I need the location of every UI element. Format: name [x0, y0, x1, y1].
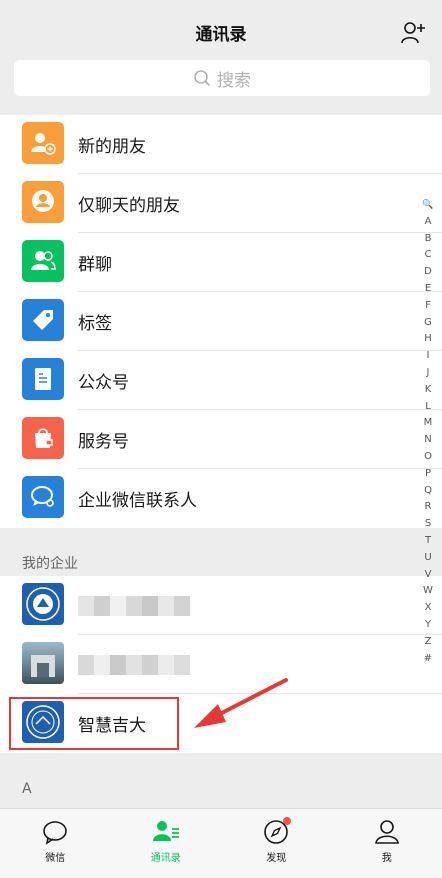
index-letter[interactable]: K — [420, 382, 436, 399]
section-title-enterprise: 我的企业 — [0, 528, 442, 578]
arrow-annotation-icon — [194, 678, 288, 728]
tab-label: 我 — [381, 853, 392, 864]
university-logo-icon — [22, 583, 64, 625]
tab-label: 发现 — [266, 853, 287, 864]
search-input[interactable]: 搜索 — [14, 60, 430, 96]
index-letter[interactable]: # — [420, 651, 436, 668]
index-letter[interactable]: Y — [420, 617, 436, 634]
blurred-name — [78, 655, 190, 675]
add-contact-icon[interactable] — [400, 20, 426, 46]
menu-item-group-chat[interactable]: 群聊 — [0, 233, 442, 292]
contacts-icon — [152, 821, 179, 841]
menu-item-wecom-contacts[interactable]: 企业微信联系人 — [0, 469, 442, 528]
notification-badge — [283, 817, 291, 825]
alphabet-index[interactable]: 🔍 A B C D E F G H I J K L M N O P Q R S T U V W X Y Z # — [420, 197, 436, 667]
index-letter[interactable]: C — [420, 247, 436, 264]
tab-me[interactable]: 我 — [332, 809, 442, 878]
person-icon — [374, 820, 399, 844]
index-letter[interactable]: A — [420, 214, 436, 231]
menu-label: 新的朋友 — [78, 137, 146, 157]
highlight-box — [9, 697, 179, 750]
tab-label: 微信 — [45, 853, 66, 864]
index-letter[interactable]: S — [420, 516, 436, 533]
chat-only-friend-icon — [22, 181, 64, 223]
index-letter[interactable]: L — [420, 399, 436, 416]
search-icon — [194, 70, 211, 87]
page-title: 通讯录 — [195, 25, 247, 45]
tab-bar: 微信 通讯录 发现 我 — [0, 808, 442, 878]
index-letter[interactable]: M — [420, 415, 436, 432]
index-letter[interactable]: P — [420, 466, 436, 483]
tab-chats[interactable]: 微信 — [0, 809, 111, 878]
index-letter[interactable]: W — [420, 583, 436, 600]
index-letter[interactable]: T — [420, 533, 436, 550]
tab-contacts[interactable]: 通讯录 — [111, 809, 222, 878]
new-friend-icon — [22, 122, 64, 164]
index-letter[interactable]: O — [420, 449, 436, 466]
index-letter[interactable]: Z — [420, 634, 436, 651]
blurred-name — [78, 596, 190, 616]
index-letter[interactable]: R — [420, 499, 436, 516]
contacts-menu: 新的朋友 仅聊天的朋友 群聊 标签 公众号 服务号 企业微信联系人 — [0, 115, 442, 528]
tab-label: 通讯录 — [150, 853, 181, 864]
index-letter[interactable]: N — [420, 432, 436, 449]
index-letter[interactable]: E — [420, 281, 436, 298]
search-placeholder: 搜索 — [217, 70, 251, 91]
enterprise-item[interactable] — [0, 576, 442, 635]
menu-label: 群聊 — [78, 255, 112, 275]
index-letter[interactable]: J — [420, 365, 436, 382]
wecom-contact-icon — [22, 476, 64, 518]
campus-photo-icon — [22, 642, 64, 684]
tag-icon — [22, 299, 64, 341]
index-letter[interactable]: H — [420, 331, 436, 348]
group-chat-icon — [22, 240, 64, 282]
menu-item-service-accounts[interactable]: 服务号 — [0, 410, 442, 469]
tab-discover[interactable]: 发现 — [221, 809, 332, 878]
index-letter[interactable]: V — [420, 567, 436, 584]
index-letter[interactable]: G — [420, 315, 436, 332]
menu-label: 公众号 — [78, 373, 129, 393]
index-letter[interactable]: F — [420, 298, 436, 315]
menu-item-new-friends[interactable]: 新的朋友 — [0, 115, 442, 174]
index-letter[interactable]: D — [420, 264, 436, 281]
menu-label: 服务号 — [78, 432, 129, 452]
index-letter[interactable]: X — [420, 600, 436, 617]
menu-label: 标签 — [78, 314, 112, 334]
menu-item-chat-only-friends[interactable]: 仅聊天的朋友 — [0, 174, 442, 233]
index-letter[interactable]: I — [420, 348, 436, 365]
menu-label: 仅聊天的朋友 — [78, 196, 180, 216]
menu-item-official-accounts[interactable]: 公众号 — [0, 351, 442, 410]
service-account-icon — [22, 417, 64, 459]
official-account-icon — [22, 358, 64, 400]
section-letter-a: A — [0, 753, 442, 808]
index-letter[interactable]: B — [420, 231, 436, 248]
index-letter[interactable]: Q — [420, 483, 436, 500]
menu-item-tags[interactable]: 标签 — [0, 292, 442, 351]
search-area: 搜索 — [0, 56, 442, 110]
menu-label: 企业微信联系人 — [78, 491, 197, 511]
header: 通讯录 — [0, 0, 442, 56]
chat-bubble-icon — [43, 821, 68, 845]
index-search-icon[interactable]: 🔍 — [420, 197, 436, 214]
index-letter[interactable]: U — [420, 550, 436, 567]
